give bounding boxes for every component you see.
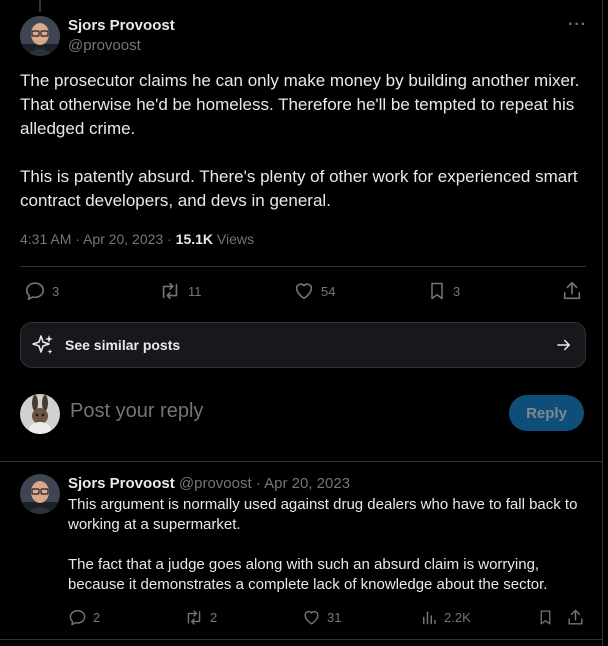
repost-icon [162,282,178,300]
reply-header: Sjors Provoost @provoost · Apr 20, 2023 [68,475,350,492]
heart-icon [295,283,313,300]
reply-text: This argument is normally used against d… [68,496,578,593]
bookmark-icon [540,610,551,625]
tweet-timestamp[interactable]: 4:31 AM · Apr 20, 2023 · [20,231,176,247]
share-icon [568,609,583,625]
reply-repost-action[interactable]: 2 [184,608,217,627]
reply-reply-action[interactable]: 2 [68,608,100,627]
see-similar-posts-button[interactable]: See similar posts [20,322,586,368]
heart-icon [304,610,319,625]
sparkle-icon [32,335,53,354]
reply-icon [69,610,86,626]
bookmark-action[interactable]: 3 [427,280,460,302]
author-avatar[interactable] [20,16,60,56]
share-icon [563,281,581,300]
thread-connector-line [39,0,41,12]
reply-date[interactable]: · Apr 20, 2023 [252,475,350,492]
reply-like-count: 31 [327,610,342,625]
more-options-icon[interactable]: ··· [568,16,587,34]
author-name[interactable]: Sjors Provoost [68,17,175,34]
reply-views-count: 2.2K [444,610,471,625]
reply-count: 3 [52,283,60,299]
reply-like-action[interactable]: 31 [302,608,341,627]
reply-bookmark-action[interactable] [537,608,554,627]
bookmark-icon [431,282,443,300]
reply-action[interactable]: 3 [24,280,59,302]
views-count[interactable]: 15.1K [176,231,213,247]
reply-input[interactable]: Post your reply [70,400,203,423]
current-user-avatar[interactable] [20,394,60,434]
divider-bottom [0,639,603,640]
reply-author-avatar[interactable] [20,474,60,514]
divider-composer [0,461,603,462]
reply-reply-count: 2 [93,610,101,625]
reply-share-action[interactable] [566,608,585,627]
like-action[interactable]: 54 [293,280,335,302]
repost-action[interactable]: 11 [158,280,202,302]
bookmark-count: 3 [453,283,461,299]
reply-button[interactable]: Reply [509,395,584,431]
author-handle[interactable]: @provoost [68,37,141,54]
reply-icon [25,282,45,301]
arrow-right-icon [557,339,570,351]
see-similar-posts-label: See similar posts [65,337,181,353]
tweet-detail-panel: Sjors Provoost @provoost ··· The prosecu… [0,0,603,646]
views-label: Views [213,231,254,247]
divider-top [20,266,586,267]
tweet-meta: 4:31 AM · Apr 20, 2023 · 15.1K Views [20,231,254,247]
repost-count: 11 [188,283,202,299]
like-count: 54 [321,283,336,299]
analytics-icon [423,611,436,625]
reply-author-handle[interactable]: @provoost [179,475,252,492]
tweet-text: The prosecutor claims he can only make m… [20,71,580,210]
reply-views-action[interactable]: 2.2K [420,608,471,627]
reply-repost-count: 2 [210,610,218,625]
reply-author-name[interactable]: Sjors Provoost [68,475,175,492]
repost-icon [187,610,201,625]
share-action[interactable] [561,280,583,302]
